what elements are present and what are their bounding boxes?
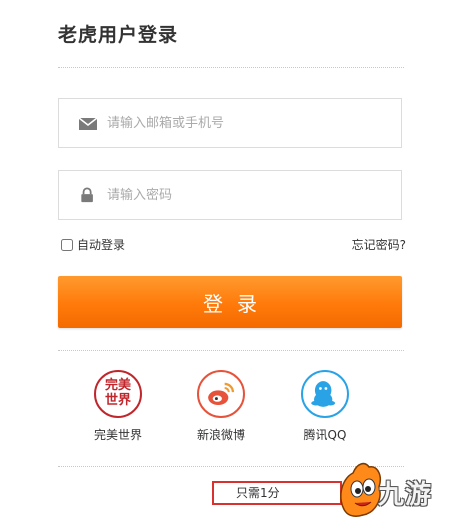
page-title: 老虎用户登录: [58, 24, 179, 46]
login-button[interactable]: 登录: [58, 276, 402, 328]
email-input[interactable]: [107, 99, 387, 147]
auto-login-option[interactable]: 自动登录: [61, 236, 125, 253]
perfect-world-logo-icon: 完美 世界: [94, 370, 142, 418]
footer-text: 只需1分: [236, 486, 280, 500]
divider: [58, 350, 404, 351]
jiuyou-watermark: 九游: [378, 480, 433, 510]
mail-icon: [79, 117, 97, 130]
logo-text: 完美: [104, 378, 131, 393]
quick-register-banner[interactable]: 只需1分: [212, 481, 342, 505]
weibo-icon: [197, 370, 245, 418]
email-field[interactable]: [58, 98, 402, 148]
password-input[interactable]: [107, 171, 387, 219]
social-label: 新浪微博: [196, 428, 245, 442]
logo-text: 世界: [104, 393, 131, 408]
social-perfect-world[interactable]: 完美 世界 完美世界: [83, 370, 153, 443]
lock-icon: [81, 187, 93, 203]
auto-login-label: 自动登录: [77, 238, 126, 252]
social-weibo[interactable]: 新浪微博: [186, 370, 256, 443]
qq-icon: [301, 370, 349, 418]
divider: [58, 67, 404, 68]
auto-login-checkbox[interactable]: [61, 238, 73, 251]
forgot-password-link[interactable]: 忘记密码?: [352, 236, 406, 253]
social-label: 腾讯QQ: [303, 428, 347, 442]
social-qq[interactable]: 腾讯QQ: [290, 370, 360, 443]
password-field[interactable]: [58, 170, 402, 220]
social-label: 完美世界: [93, 428, 142, 442]
